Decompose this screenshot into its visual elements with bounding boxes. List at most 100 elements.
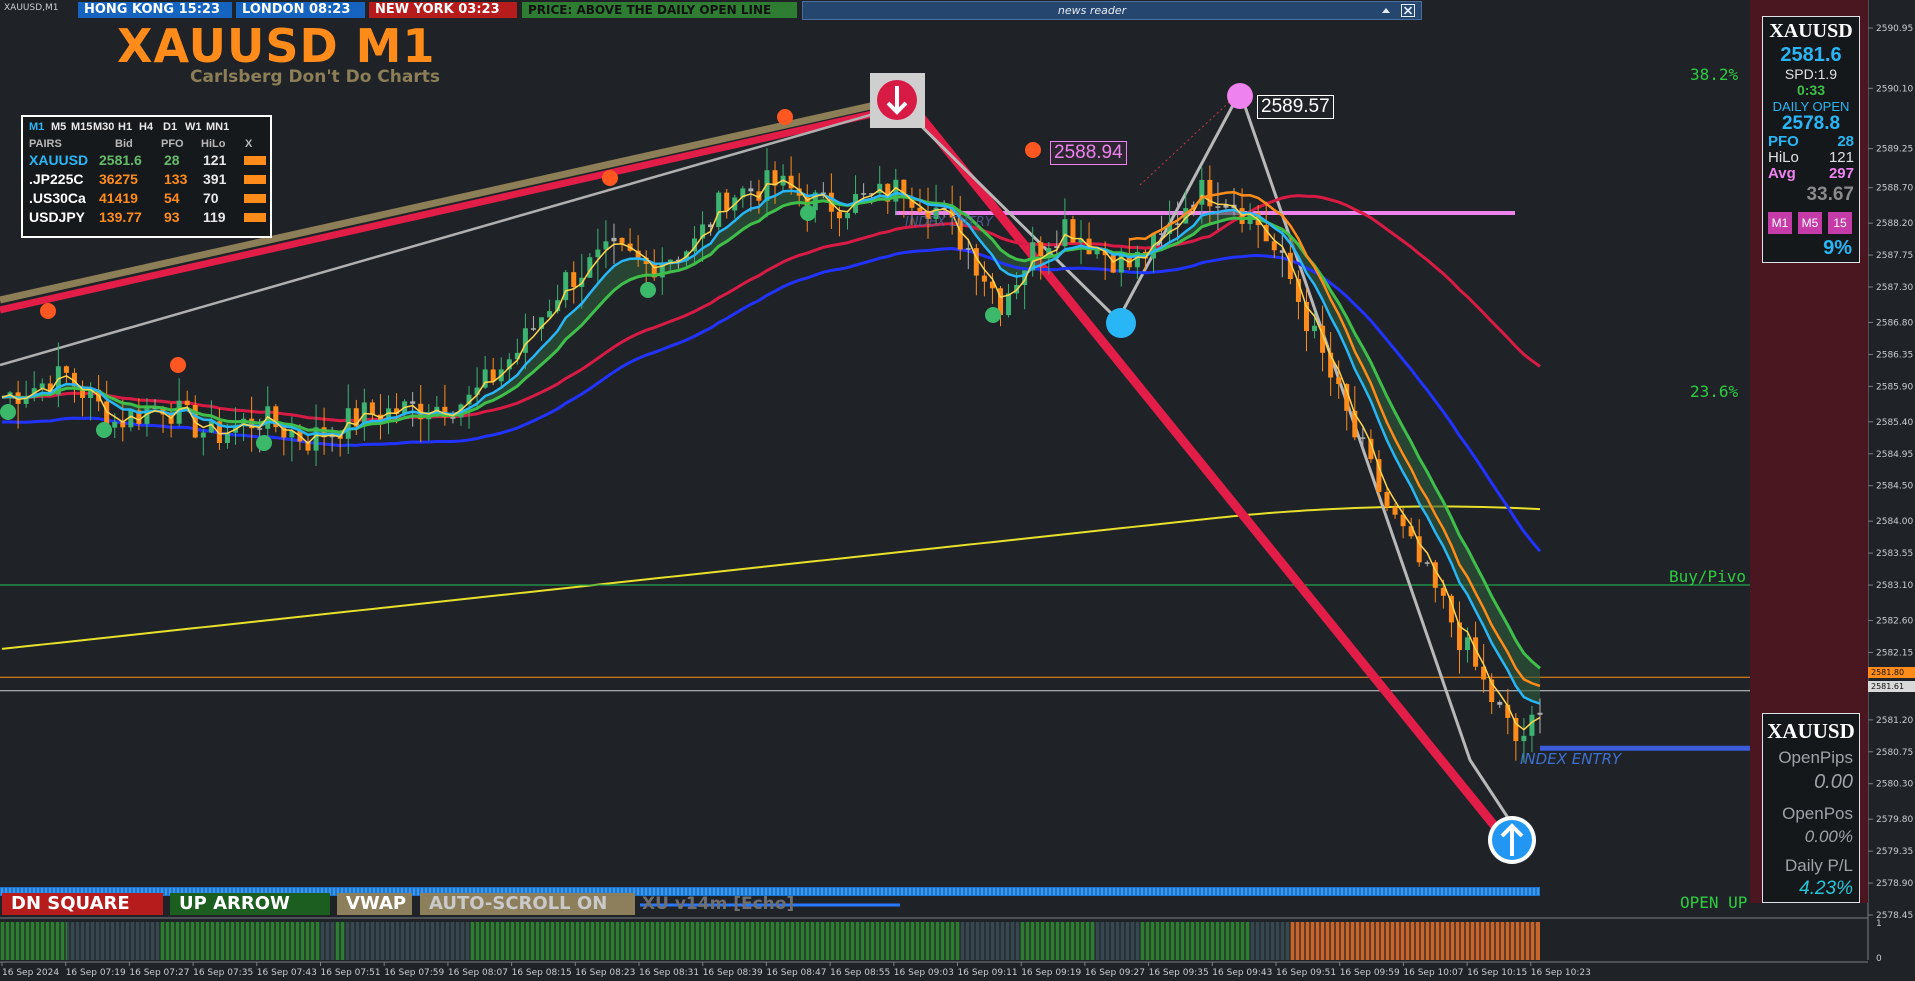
pairs-row[interactable]: XAUUSD 2581.6 28 121 [29, 151, 269, 169]
candle-body [748, 188, 754, 192]
pairs-close-marker[interactable] [244, 213, 266, 222]
price-tick-label: 2580.75 [1876, 748, 1913, 758]
pairs-row[interactable]: USDJPY 139.77 93 119 [29, 208, 269, 226]
pairs-bid: 41419 [99, 190, 138, 206]
news-reader-panel[interactable]: news reader [802, 1, 1422, 20]
pairs-close-marker[interactable] [244, 156, 266, 165]
candle-body [1215, 206, 1221, 208]
subwindow-bar [345, 922, 470, 960]
pairs-row[interactable]: .JP225C 36275 133 391 [29, 170, 269, 188]
candle-body [571, 272, 577, 287]
candle-body [1110, 255, 1116, 273]
open-pos-label: OpenPos [1782, 804, 1853, 823]
symbol-subtitle: Carlsberg Don't Do Charts [190, 67, 440, 87]
sell-marker [777, 109, 793, 125]
timeframe-w1[interactable]: W1 [185, 121, 202, 133]
pairs-pfo: 133 [164, 171, 188, 187]
pairs-pair: XAUUSD [29, 152, 89, 168]
window-title: XAUUSD,M1 [4, 3, 59, 13]
time-tick-label: 16 Sep 07:19 [66, 968, 126, 978]
open-pips-label: OpenPips [1778, 748, 1853, 767]
price-tick-label: 2583.55 [1876, 549, 1913, 559]
pairs-header-pfo: PFO [161, 138, 184, 150]
tf-button-m1[interactable]: M1 [1768, 212, 1792, 234]
time-tick-label: 16 Sep 2024 [2, 968, 59, 978]
price-tick-label: 2581.20 [1876, 716, 1913, 726]
candle-body [530, 328, 536, 330]
subwindow-bar [320, 922, 335, 960]
candle-body [450, 417, 456, 419]
price-tick-label: 2583.10 [1876, 581, 1913, 591]
candle-body [1465, 637, 1471, 651]
candle-body [1384, 491, 1390, 508]
candle-body [410, 401, 416, 404]
info-pfo-row: PFO 28 [1768, 133, 1854, 150]
candle-body [788, 175, 794, 189]
indicator-name: XU v14m [Echo] [642, 894, 795, 914]
candle-body [724, 192, 730, 211]
pairs-close-marker[interactable] [244, 194, 266, 203]
candle-body [716, 192, 722, 228]
vwap-button[interactable]: VWAP [337, 893, 412, 915]
time-tick-label: 16 Sep 08:15 [512, 968, 572, 978]
sell-marker [1025, 142, 1041, 158]
mid-price-label: 2588.94 [1050, 141, 1127, 165]
pairs-row[interactable]: .US30Ca 41419 54 70 [29, 189, 269, 207]
price-tick-label: 2585.90 [1876, 382, 1913, 392]
symbol-info-box: XAUUSD 2581.6 SPD:1.9 0:33 DAILY OPEN 25… [1762, 16, 1860, 263]
tf-button-m5[interactable]: M5 [1798, 212, 1822, 234]
candle-body [1062, 219, 1068, 247]
price-tick-label: 2584.00 [1876, 517, 1913, 527]
timeframe-h1[interactable]: H1 [118, 121, 132, 133]
news-reader-title: news reader [1057, 4, 1127, 17]
pairs-pfo: 28 [164, 152, 180, 168]
candle-body [1239, 208, 1245, 224]
price-chart[interactable]: 2590.95 2590.10 2589.25 2588.70 2588.20 2587.… [0, 0, 1915, 981]
pairs-close-marker[interactable] [244, 175, 266, 184]
time-tick-label: 16 Sep 08:55 [830, 968, 890, 978]
info-pfo: 28 [1837, 133, 1854, 150]
subwindow-label-bottom: 0 [1876, 954, 1882, 964]
timeframe-h4[interactable]: H4 [139, 121, 153, 133]
tf-button-m15[interactable]: 15 [1828, 212, 1852, 234]
timeframe-m15[interactable]: M15 [71, 121, 92, 133]
candle-body [1006, 293, 1012, 316]
pairs-panel: M1 M5 M15 M30 H1 H4 D1 W1 MN1 PAIRS Bid PFO HiLo X X… [21, 115, 272, 238]
info-daily-open: 2578.8 [1781, 113, 1841, 134]
time-tick-label: 16 Sep 08:07 [448, 968, 508, 978]
caret-up-icon[interactable] [1381, 6, 1391, 15]
time-tick-label: 16 Sep 09:03 [894, 968, 954, 978]
close-icon[interactable] [1401, 4, 1415, 17]
pairs-hilo: 119 [203, 209, 226, 225]
open-price-tag: 2581.80 [1868, 667, 1915, 678]
position-box: XAUUSD OpenPips 0.00 OpenPos 0.00% Daily… [1762, 713, 1860, 903]
candle-body [1529, 714, 1535, 736]
price-tick-label: 2587.30 [1876, 283, 1913, 293]
time-tick-label: 16 Sep 07:59 [384, 968, 444, 978]
timeframe-d1[interactable]: D1 [163, 121, 177, 133]
symbol-title: XAUUSD M1 [117, 19, 436, 73]
info-avg-label: Avg [1768, 165, 1796, 182]
time-tick-label: 16 Sep 08:47 [766, 968, 826, 978]
auto-scroll-button[interactable]: AUTO-SCROLL ON [420, 893, 635, 915]
open-pips-value: 0.00 [1814, 771, 1853, 793]
timeframe-m1[interactable]: M1 [29, 121, 44, 133]
candle-body [844, 212, 850, 219]
pairs-header-x: X [245, 138, 253, 150]
candle-body [981, 275, 987, 282]
timeframe-m30[interactable]: M30 [93, 121, 114, 133]
candle-body [1159, 233, 1165, 235]
pink-swing-marker [1227, 83, 1253, 109]
candle-body [369, 402, 375, 415]
subwindow-bar [1020, 922, 1095, 960]
up-arrow-button[interactable]: UP ARROW [170, 893, 330, 915]
candle-body [200, 432, 206, 438]
timeframe-mn1[interactable]: MN1 [206, 121, 229, 133]
buy-marker [640, 282, 656, 298]
time-tick-label: 16 Sep 09:43 [1212, 968, 1272, 978]
dn-square-button[interactable]: DN SQUARE [2, 893, 163, 915]
candle-body [128, 410, 134, 428]
pairs-header-pairs: PAIRS [29, 138, 62, 150]
price-tick-label: 2590.10 [1876, 84, 1913, 94]
timeframe-m5[interactable]: M5 [51, 121, 66, 133]
